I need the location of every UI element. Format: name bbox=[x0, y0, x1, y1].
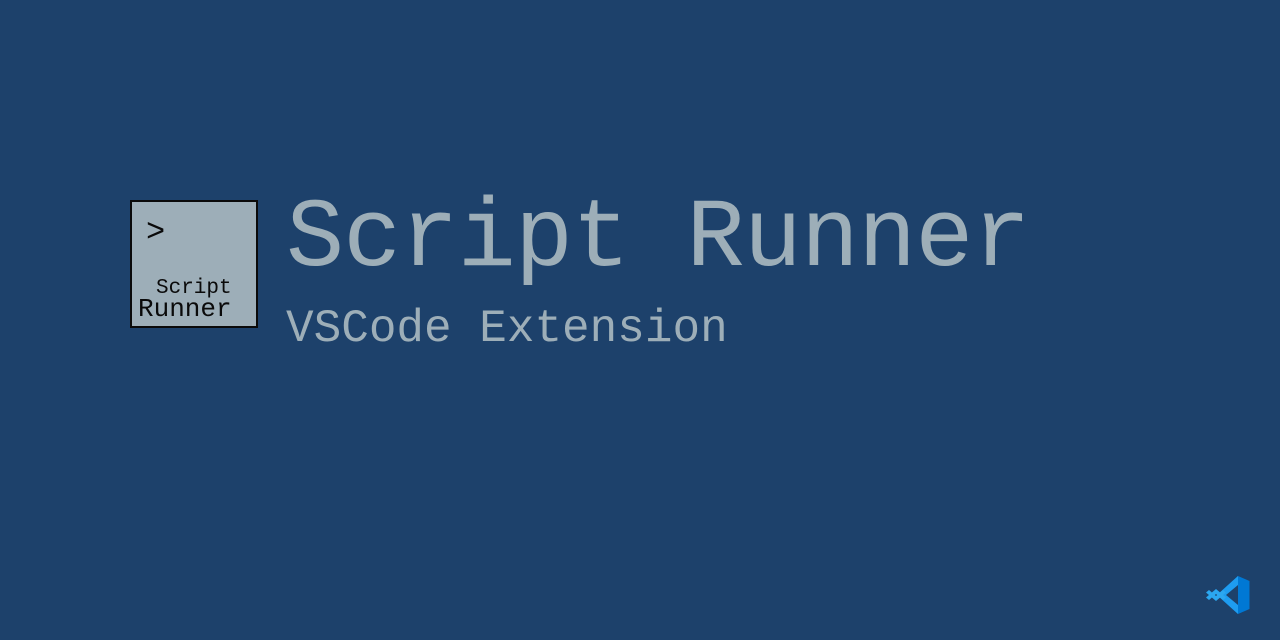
script-runner-logo: > Script Runner bbox=[130, 200, 258, 328]
logo-text: Script Runner bbox=[132, 280, 256, 320]
text-block: Script Runner VSCode Extension bbox=[286, 200, 1030, 355]
logo-text-runner: Runner bbox=[138, 298, 256, 320]
banner-content: > Script Runner Script Runner VSCode Ext… bbox=[130, 200, 1030, 355]
extension-subtitle: VSCode Extension bbox=[286, 303, 1030, 355]
extension-title: Script Runner bbox=[286, 192, 1030, 289]
terminal-prompt-icon: > bbox=[146, 214, 165, 251]
vscode-icon bbox=[1202, 570, 1252, 620]
